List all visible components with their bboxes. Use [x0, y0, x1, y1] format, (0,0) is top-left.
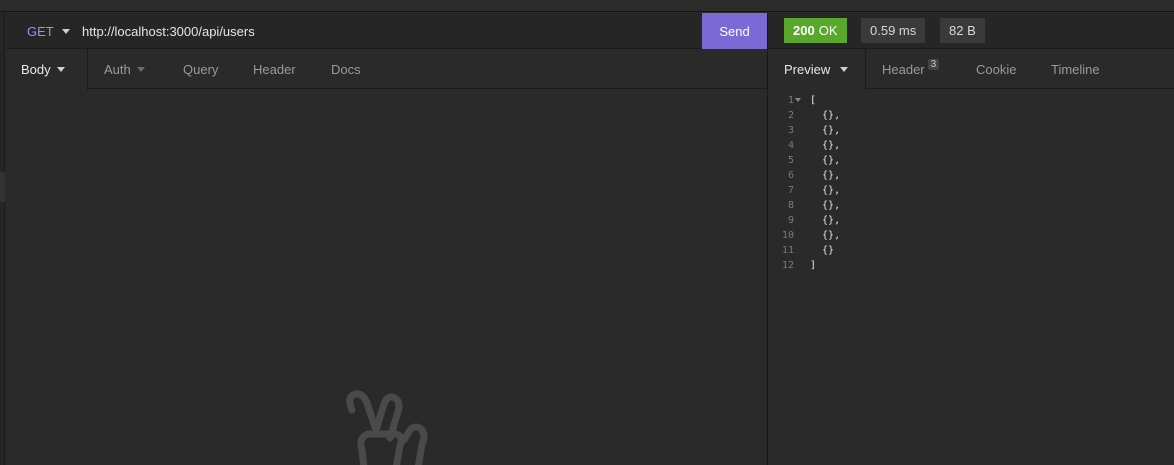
- tab-preview-label: Preview: [784, 62, 831, 77]
- tab-body-label: Body: [21, 62, 51, 77]
- url-input[interactable]: http://localhost:3000/api/users: [82, 24, 255, 39]
- request-pane: GET http://localhost:3000/api/users Send…: [6, 13, 767, 465]
- line-number: 10: [781, 230, 794, 241]
- sidebar-resize-handle[interactable]: [0, 172, 5, 202]
- method-selector[interactable]: GET: [27, 24, 70, 39]
- code-line: 9 {},: [768, 213, 1174, 228]
- code-line: 1[: [768, 93, 1174, 108]
- code-text: {},: [810, 200, 841, 211]
- code-line: 11 {}: [768, 243, 1174, 258]
- code-line: 12]: [768, 258, 1174, 273]
- line-number: 5: [787, 155, 794, 166]
- url-bar: GET http://localhost:3000/api/users Send: [6, 13, 767, 49]
- line-number: 1: [787, 95, 794, 106]
- code-text: {},: [810, 170, 841, 181]
- response-body-viewer[interactable]: 1[ 2 {}, 3 {}, 4 {}, 5 {}, 6 {}, 7 {}, 8…: [768, 93, 1174, 273]
- send-button[interactable]: Send: [702, 13, 767, 49]
- line-number: 11: [781, 245, 794, 256]
- response-status-bar: 200 OK 0.59 ms 82 B: [768, 13, 1174, 49]
- line-number: 12: [781, 260, 794, 271]
- code-text: {},: [810, 140, 841, 151]
- line-number: 7: [787, 185, 794, 196]
- tab-auth-label: Auth: [104, 61, 131, 77]
- code-text: {},: [810, 215, 841, 226]
- tab-preview[interactable]: Preview: [768, 49, 866, 90]
- code-text: ]: [810, 260, 817, 271]
- tab-query[interactable]: Query: [183, 49, 218, 89]
- response-pane: 200 OK 0.59 ms 82 B Preview Header 3 Coo…: [768, 13, 1174, 465]
- code-text: {}: [810, 245, 835, 256]
- header-count-badge: 3: [927, 58, 940, 70]
- tab-query-label: Query: [183, 61, 219, 77]
- code-line: 6 {},: [768, 168, 1174, 183]
- code-text: {},: [810, 125, 841, 136]
- line-number: 8: [787, 200, 794, 211]
- line-number: 6: [787, 170, 794, 181]
- tab-header[interactable]: Header: [253, 49, 296, 89]
- tab-body[interactable]: Body: [6, 49, 88, 90]
- response-tabs: Preview Header 3 Cookie Timeline: [768, 49, 1174, 90]
- code-text: {},: [810, 110, 841, 121]
- code-text: {},: [810, 185, 841, 196]
- code-line: 4 {},: [768, 138, 1174, 153]
- tab-cookie[interactable]: Cookie: [976, 49, 1016, 89]
- code-line: 2 {},: [768, 108, 1174, 123]
- tab-auth[interactable]: Auth: [104, 49, 145, 89]
- line-number: 4: [787, 140, 794, 151]
- title-strip: [0, 0, 1174, 12]
- tab-response-header[interactable]: Header 3: [882, 49, 940, 89]
- chevron-down-icon: [61, 29, 70, 34]
- code-text: {},: [810, 230, 841, 241]
- code-line: 10 {},: [768, 228, 1174, 243]
- code-line: 8 {},: [768, 198, 1174, 213]
- code-line: 7 {},: [768, 183, 1174, 198]
- status-text: OK: [818, 23, 838, 38]
- tab-header-label: Header: [253, 61, 296, 77]
- chevron-down-icon: [840, 67, 849, 72]
- method-label: GET: [27, 24, 54, 39]
- request-tabs: Body Auth Query Header Docs: [6, 49, 767, 90]
- status-code: 200: [793, 23, 815, 38]
- tab-docs[interactable]: Docs: [331, 49, 361, 89]
- response-size-badge: 82 B: [940, 18, 985, 43]
- tab-timeline[interactable]: Timeline: [1051, 49, 1100, 89]
- line-number: 2: [787, 110, 794, 121]
- code-line: 3 {},: [768, 123, 1174, 138]
- tab-response-header-label: Header: [882, 61, 925, 77]
- chevron-down-icon: [136, 66, 145, 72]
- fold-toggle-icon[interactable]: [795, 98, 801, 102]
- chevron-down-icon: [56, 67, 65, 72]
- tab-docs-label: Docs: [331, 61, 361, 77]
- line-number: 9: [787, 215, 794, 226]
- peace-hand-icon: [346, 390, 428, 465]
- response-time-badge: 0.59 ms: [861, 18, 926, 43]
- tab-cookie-label: Cookie: [976, 61, 1017, 77]
- code-text: {},: [810, 155, 841, 166]
- code-line: 5 {},: [768, 153, 1174, 168]
- line-number: 3: [787, 125, 794, 136]
- tab-timeline-label: Timeline: [1051, 61, 1100, 77]
- sidebar-edge[interactable]: [0, 12, 5, 465]
- code-text: [: [810, 95, 817, 106]
- status-badge: 200 OK: [784, 18, 847, 43]
